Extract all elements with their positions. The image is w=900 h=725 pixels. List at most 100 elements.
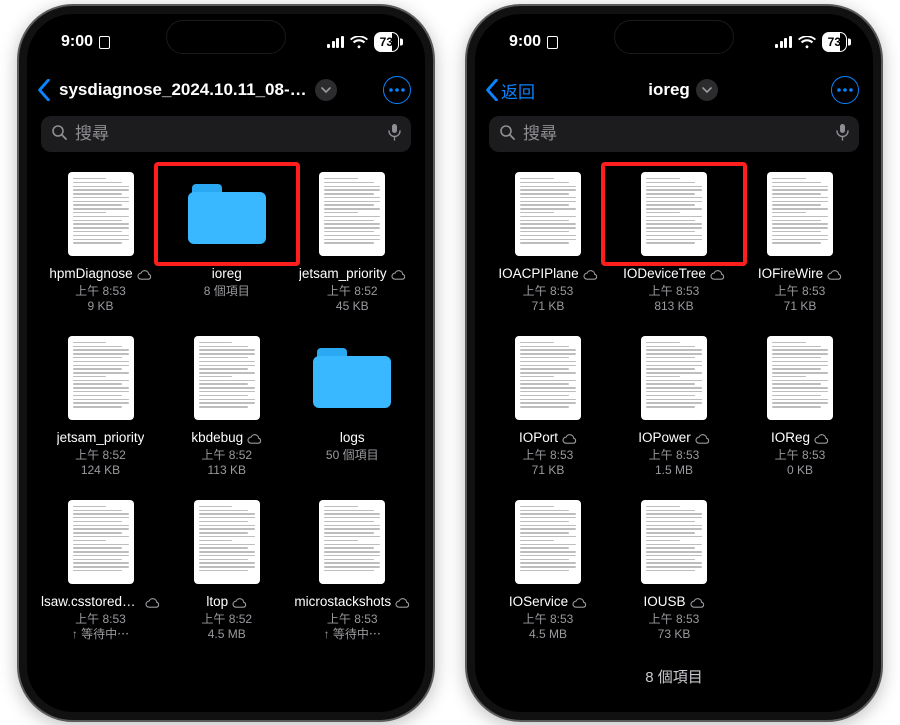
file-meta-size: 0 KB bbox=[787, 463, 813, 478]
grid-item[interactable]: IOACPIPlane上午 8:5371 KB bbox=[489, 168, 607, 314]
file-name: IODeviceTree bbox=[623, 266, 706, 283]
grid-item[interactable]: IOFireWire上午 8:5371 KB bbox=[741, 168, 859, 314]
file-name: IOFireWire bbox=[758, 266, 823, 283]
cloud-icon bbox=[232, 597, 247, 608]
screen: 9:00 73 返回 ioreg bbox=[477, 16, 871, 710]
grid-item[interactable]: IOPort上午 8:5371 KB bbox=[489, 332, 607, 478]
file-name: IOUSB bbox=[643, 594, 685, 611]
file-meta-time: 上午 8:53 bbox=[649, 612, 700, 627]
title-menu[interactable] bbox=[696, 79, 718, 101]
grid-item[interactable]: lsaw.csstoredump上午 8:53↑ 等待中⋯ bbox=[41, 496, 160, 642]
folder-icon bbox=[188, 184, 266, 244]
status-time: 9:00 bbox=[61, 33, 93, 51]
grid-item[interactable]: ltop上午 8:524.5 MB bbox=[168, 496, 286, 642]
status-doc-icon bbox=[547, 36, 558, 49]
document-icon bbox=[641, 172, 707, 256]
document-icon bbox=[68, 336, 134, 420]
cloud-icon bbox=[391, 269, 406, 280]
grid-item[interactable]: IOPower上午 8:531.5 MB bbox=[615, 332, 733, 478]
grid-item[interactable]: IOReg上午 8:530 KB bbox=[741, 332, 859, 478]
cloud-icon bbox=[690, 597, 705, 608]
file-meta-size: 71 KB bbox=[784, 299, 817, 314]
mic-icon[interactable] bbox=[836, 123, 849, 146]
file-name: IOService bbox=[509, 594, 568, 611]
file-meta-time: 8 個項目 bbox=[204, 284, 250, 299]
page-title: ioreg bbox=[648, 80, 690, 100]
file-name: hpmDiagnose bbox=[49, 266, 132, 283]
document-icon bbox=[194, 336, 260, 420]
file-name: IOACPIPlane bbox=[498, 266, 578, 283]
more-button[interactable] bbox=[831, 76, 859, 104]
file-meta-size: 71 KB bbox=[532, 299, 565, 314]
file-name: ioreg bbox=[212, 266, 242, 283]
file-meta-time: 50 個項目 bbox=[326, 448, 379, 463]
grid-item[interactable]: IOUSB上午 8:5373 KB bbox=[615, 496, 733, 642]
battery-indicator: 73 bbox=[374, 32, 399, 52]
search-bar[interactable] bbox=[41, 116, 411, 152]
grid-item[interactable]: jetsam_priority上午 8:52124 KB bbox=[41, 332, 160, 478]
file-meta-size: 813 KB bbox=[654, 299, 693, 314]
file-name: jetsam_priority bbox=[57, 430, 145, 447]
file-meta-time: 上午 8:53 bbox=[775, 448, 826, 463]
status-doc-icon bbox=[99, 36, 110, 49]
file-meta-time: 上午 8:52 bbox=[201, 612, 252, 627]
search-bar[interactable] bbox=[489, 116, 859, 152]
file-meta-size: 45 KB bbox=[336, 299, 369, 314]
grid-item[interactable]: logs50 個項目 bbox=[294, 332, 412, 478]
cloud-icon bbox=[814, 433, 829, 444]
search-input[interactable] bbox=[75, 124, 380, 144]
grid-item[interactable]: IODeviceTree上午 8:53813 KB bbox=[615, 168, 733, 314]
wifi-icon bbox=[798, 36, 816, 49]
grid-item[interactable]: microstackshots上午 8:53↑ 等待中⋯ bbox=[294, 496, 412, 642]
file-meta-time: 上午 8:53 bbox=[523, 612, 574, 627]
back-label: 返回 bbox=[501, 78, 535, 103]
file-meta-time: 上午 8:53 bbox=[649, 284, 700, 299]
file-grid[interactable]: IOACPIPlane上午 8:5371 KBIODeviceTree上午 8:… bbox=[477, 162, 871, 710]
grid-item[interactable]: hpmDiagnose上午 8:539 KB bbox=[41, 168, 160, 314]
grid-item[interactable]: kbdebug上午 8:52113 KB bbox=[168, 332, 286, 478]
file-meta-size: ↑ 等待中⋯ bbox=[72, 627, 129, 642]
battery-indicator: 73 bbox=[822, 32, 847, 52]
back-button[interactable] bbox=[37, 79, 53, 101]
file-meta-time: 上午 8:53 bbox=[775, 284, 826, 299]
document-icon bbox=[641, 336, 707, 420]
document-icon bbox=[68, 500, 134, 584]
document-icon bbox=[515, 500, 581, 584]
file-meta-size: 124 KB bbox=[81, 463, 120, 478]
file-name: logs bbox=[340, 430, 365, 447]
grid-item[interactable]: jetsam_priority上午 8:5245 KB bbox=[294, 168, 412, 314]
file-meta-size: 9 KB bbox=[87, 299, 113, 314]
file-meta-time: 上午 8:53 bbox=[649, 448, 700, 463]
file-meta-size: 113 KB bbox=[208, 463, 246, 478]
file-meta-time: 上午 8:53 bbox=[75, 612, 126, 627]
file-name: kbdebug bbox=[191, 430, 243, 447]
search-input[interactable] bbox=[523, 124, 828, 144]
file-name: IOPower bbox=[638, 430, 691, 447]
cloud-icon bbox=[562, 433, 577, 444]
dynamic-island bbox=[614, 20, 734, 54]
file-meta-size: 1.5 MB bbox=[655, 463, 693, 478]
mic-icon[interactable] bbox=[388, 123, 401, 146]
wifi-icon bbox=[350, 36, 368, 49]
grid-item[interactable]: IOService上午 8:534.5 MB bbox=[489, 496, 607, 642]
title-menu[interactable] bbox=[315, 79, 337, 101]
file-grid[interactable]: hpmDiagnose上午 8:539 KBioreg8 個項目jetsam_p… bbox=[29, 162, 423, 710]
file-name: jetsam_priority bbox=[299, 266, 387, 283]
back-button[interactable]: 返回 bbox=[485, 78, 535, 103]
cloud-icon bbox=[710, 269, 725, 280]
signal-icon bbox=[327, 36, 344, 48]
document-icon bbox=[641, 500, 707, 584]
file-name: lsaw.csstoredump bbox=[41, 594, 141, 611]
file-meta-time: 上午 8:53 bbox=[523, 284, 574, 299]
grid-item[interactable]: ioreg8 個項目 bbox=[168, 168, 286, 314]
signal-icon bbox=[775, 36, 792, 48]
file-meta-size: 4.5 MB bbox=[208, 627, 246, 642]
folder-icon bbox=[313, 348, 391, 408]
file-meta-size: ↑ 等待中⋯ bbox=[324, 627, 381, 642]
screen: 9:00 73 sysdiagnose_2024.10.11_08-52... bbox=[29, 16, 423, 710]
nav-bar: 返回 ioreg bbox=[477, 68, 871, 112]
more-button[interactable] bbox=[383, 76, 411, 104]
document-icon bbox=[319, 172, 385, 256]
item-count: 8 個項目 bbox=[489, 660, 859, 693]
cloud-icon bbox=[827, 269, 842, 280]
